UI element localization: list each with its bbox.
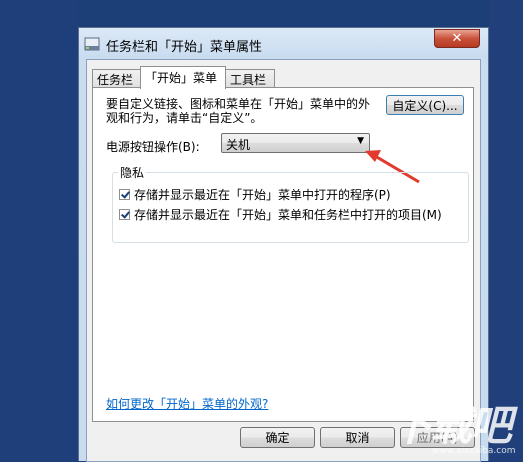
watermark-url: www.xiazaiba.com (432, 446, 516, 456)
privacy-group-title: 隐私 (118, 164, 147, 181)
ok-button[interactable]: 确定 (240, 427, 315, 448)
title-bar[interactable]: 任务栏和「开始」菜单属性 ✕ (79, 28, 488, 58)
power-button-action-label: 电源按钮操作(B): (106, 140, 200, 154)
help-link-start-menu-appearance[interactable]: 如何更改「开始」菜单的外观? (106, 395, 268, 412)
power-button-action-select[interactable]: 关机 ▼ (221, 133, 370, 153)
close-icon: ✕ (451, 31, 463, 46)
tab-taskbar[interactable]: 任务栏 (92, 69, 141, 87)
tab-toolbars[interactable]: 工具栏 (225, 69, 275, 87)
desktop-background-left (0, 0, 78, 461)
power-button-action-value: 关机 (226, 138, 251, 152)
tab-start-menu[interactable]: 「开始」菜单 (140, 66, 226, 89)
start-menu-tab-panel: 要自定义链接、图标和菜单在「开始」菜单中的外观和行为，请单击“自定义”。 自定义… (92, 87, 474, 422)
close-button[interactable]: ✕ (434, 29, 480, 48)
taskbar-properties-icon (84, 37, 100, 51)
window-title: 任务栏和「开始」菜单属性 (106, 40, 263, 55)
store-recent-programs-checkbox[interactable] (119, 189, 130, 200)
store-recent-items-checkbox[interactable] (119, 209, 130, 220)
store-recent-items-option[interactable]: 存储并显示最近在「开始」菜单和任务栏中打开的项目(M) (119, 206, 442, 223)
chevron-down-icon: ▼ (357, 136, 364, 146)
cancel-button[interactable]: 取消 (320, 427, 395, 448)
customize-button[interactable]: 自定义(C)... (386, 95, 464, 115)
store-recent-items-label: 存储并显示最近在「开始」菜单和任务栏中打开的项目(M) (134, 208, 442, 222)
tab-strip: 任务栏 「开始」菜单 工具栏 (92, 66, 472, 89)
store-recent-programs-label: 存储并显示最近在「开始」菜单中打开的程序(P) (134, 188, 391, 202)
store-recent-programs-option[interactable]: 存储并显示最近在「开始」菜单中打开的程序(P) (119, 186, 391, 203)
privacy-group: 隐私 存储并显示最近在「开始」菜单中打开的程序(P) 存储并显示最近在「开始」菜… (112, 164, 469, 243)
customize-description: 要自定义链接、图标和菜单在「开始」菜单中的外观和行为，请单击“自定义”。 (106, 97, 371, 125)
